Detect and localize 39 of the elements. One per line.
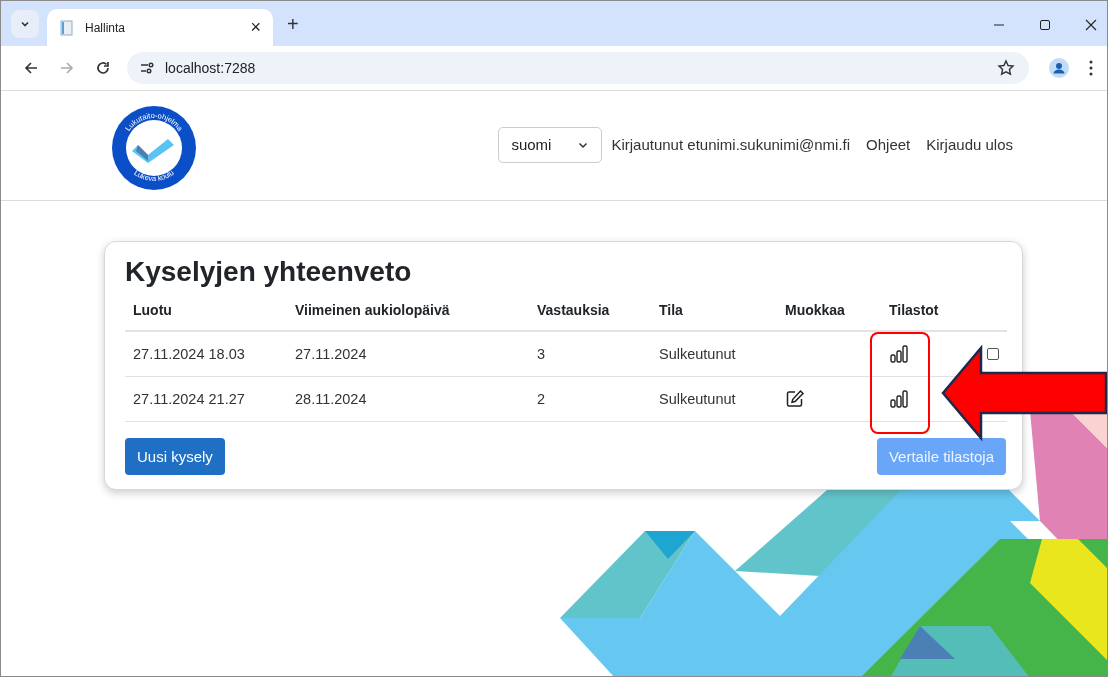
- column-header: Tilastot: [881, 302, 979, 332]
- new-survey-button[interactable]: Uusi kysely: [125, 438, 225, 475]
- table-cell: 27.11.2024: [287, 332, 529, 377]
- bar-chart-icon[interactable]: [889, 344, 909, 364]
- profile-icon[interactable]: [1049, 58, 1069, 78]
- more-menu-icon[interactable]: [1089, 60, 1093, 76]
- header-link[interactable]: Kirjaudu ulos: [926, 136, 1013, 153]
- maximize-icon[interactable]: [1039, 19, 1051, 31]
- reload-icon[interactable]: [95, 60, 111, 76]
- bar-chart-icon[interactable]: [889, 389, 909, 409]
- header-link[interactable]: Ohjeet: [866, 136, 911, 153]
- column-header: Muokkaa: [777, 302, 881, 332]
- table-cell: Sulkeutunut: [651, 377, 777, 422]
- language-select[interactable]: suomi: [498, 126, 603, 163]
- table-cell: 3: [529, 332, 651, 377]
- url-text: localhost:7288: [165, 60, 257, 76]
- browser-tab[interactable]: Hallinta ×: [47, 9, 273, 46]
- site-settings-icon[interactable]: [139, 60, 155, 76]
- page-icon: [59, 19, 75, 36]
- column-header: Vastauksia: [529, 302, 651, 332]
- address-bar[interactable]: localhost:7288: [127, 52, 1029, 84]
- table-cell: 27.11.2024 18.03: [125, 332, 287, 377]
- logged-in-user-text: Kirjautunut etunimi.sukunimi@nmi.fi: [611, 136, 851, 153]
- table-cell: Sulkeutunut: [651, 332, 777, 377]
- close-icon[interactable]: [1085, 19, 1097, 31]
- new-tab-button[interactable]: +: [287, 13, 299, 36]
- table-cell: 2: [529, 377, 651, 422]
- compare-checkbox[interactable]: [987, 348, 999, 360]
- table-cell: 28.11.2024: [287, 377, 529, 422]
- star-icon[interactable]: [997, 59, 1015, 77]
- column-header: Luotu: [125, 302, 287, 332]
- card-title: Kyselyjen yhteenveto: [125, 256, 413, 288]
- close-tab-button[interactable]: ×: [250, 17, 261, 38]
- column-header: Viimeinen aukiolopäivä: [287, 302, 529, 332]
- back-arrow-icon[interactable]: [23, 60, 39, 76]
- table-cell: 27.11.2024 21.27: [125, 377, 287, 422]
- tab-title: Hallinta: [85, 20, 127, 35]
- edit-icon[interactable]: [785, 389, 805, 409]
- column-header: Tila: [651, 302, 777, 332]
